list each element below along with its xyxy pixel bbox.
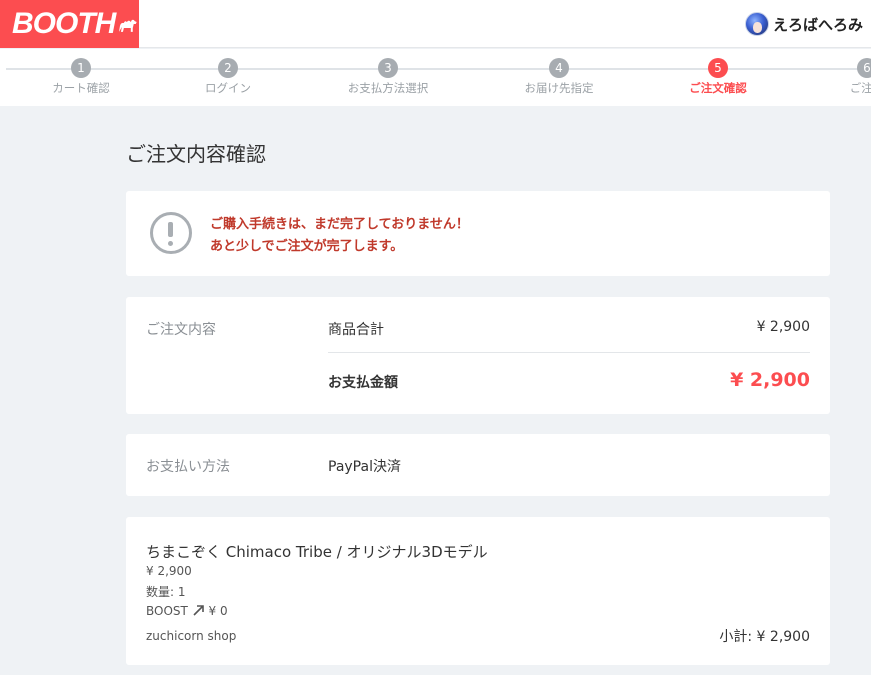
order-item-card: ちまこぞく Chimaco Tribe / オリジナル3Dモデル ¥ 2,900…: [126, 517, 830, 665]
boost-value: ¥ 0: [208, 604, 228, 618]
step-number: 2: [218, 58, 238, 78]
step-payment-method: 3 お支払方法選択: [328, 58, 448, 96]
warning-message: ご購入手続きは、まだ完了しておりません！ あと少しでご注文が完了します。: [210, 214, 469, 258]
payment-section-label: お支払い方法: [146, 459, 230, 475]
order-summary-card: ご注文内容 商品合計 ¥ 2,900 お支払金額 ¥ 2,900: [126, 297, 830, 414]
site-header: BOOTH えろばへろみ: [0, 0, 871, 48]
item-subtotal: 小計: ¥ 2,900: [719, 629, 810, 645]
subtotal-value: ¥ 2,900: [756, 319, 810, 335]
boost-arrow-icon: [193, 605, 204, 616]
username: えろばへろみ: [772, 15, 863, 34]
user-menu[interactable]: えろばへろみ: [744, 12, 863, 36]
step-label: お届け先指定: [524, 81, 594, 95]
step-cart: 1 カート確認: [21, 58, 141, 96]
item-quantity: 数量: 1: [146, 585, 186, 599]
step-order-complete: 6 ご注文: [807, 58, 871, 96]
step-number: 6: [857, 58, 871, 78]
booth-logo[interactable]: BOOTH: [0, 0, 139, 48]
step-label: ログイン: [205, 81, 251, 95]
total-label: お支払金額: [328, 375, 398, 391]
step-login: 2 ログイン: [168, 58, 288, 96]
item-title[interactable]: ちまこぞく Chimaco Tribe / オリジナル3Dモデル: [146, 541, 488, 562]
camel-icon: [119, 19, 138, 32]
step-label: ご注文確認: [689, 81, 747, 95]
step-label: ご注文: [849, 81, 871, 95]
step-number: 5: [708, 58, 728, 78]
total-value: ¥ 2,900: [730, 369, 810, 391]
step-order-confirm: 5 ご注文確認: [658, 58, 778, 96]
avatar: [744, 12, 769, 36]
payment-method: PayPal決済: [328, 459, 401, 475]
warning-line-1: ご購入手続きは、まだ完了しておりません！: [210, 217, 469, 232]
boost-label: BOOST: [146, 604, 188, 618]
step-shipping: 4 お届け先指定: [499, 58, 619, 96]
step-number: 3: [378, 58, 398, 78]
exclamation-icon: [150, 212, 192, 254]
step-number: 1: [71, 58, 91, 78]
warning-line-2: あと少しでご注文が完了します。: [210, 239, 404, 254]
step-label: カート確認: [52, 81, 110, 95]
item-boost: BOOST ¥ 0: [146, 604, 228, 618]
item-price: ¥ 2,900: [146, 564, 192, 578]
page-title: ご注文内容確認: [126, 142, 266, 166]
checkout-steps: 1 カート確認 2 ログイン 3 お支払方法選択 4 お届け先指定 5 ご注文確…: [0, 49, 871, 106]
order-section-label: ご注文内容: [146, 322, 216, 338]
step-number: 4: [549, 58, 569, 78]
warning-card: ご購入手続きは、まだ完了しておりません！ あと少しでご注文が完了します。: [126, 191, 830, 276]
payment-method-card: お支払い方法 PayPal決済: [126, 434, 830, 496]
divider: [328, 352, 810, 353]
step-label: お支払方法選択: [347, 81, 429, 95]
subtotal-label: 商品合計: [328, 322, 384, 338]
logo-text: BOOTH: [12, 7, 116, 40]
shop-name[interactable]: zuchicorn shop: [146, 629, 236, 643]
